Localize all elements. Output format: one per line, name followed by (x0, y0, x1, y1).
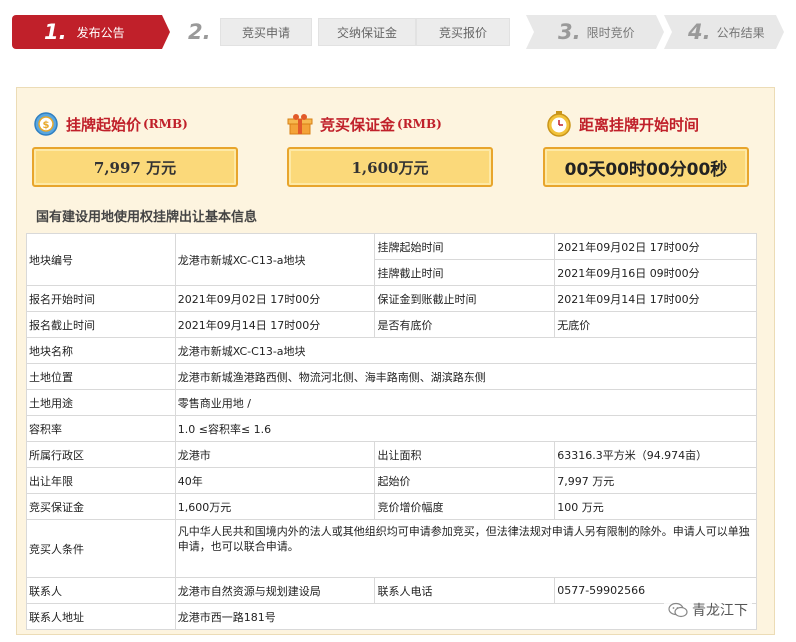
table-key: 起始价 (374, 467, 556, 494)
step-2-bid[interactable]: 竞买报价 (416, 18, 510, 46)
table-row: 出让年限 40年 起始价 7,997 万元 (26, 467, 757, 494)
table-value: 零售商业用地 / (174, 389, 758, 416)
gift-icon (286, 110, 314, 138)
step-label: 发布公告 (76, 25, 125, 40)
table-key: 挂牌起始时间 (374, 233, 556, 260)
table-value: 63316.3平方米（94.974亩） (554, 441, 757, 468)
table-row: 土地用途 零售商业用地 / (26, 389, 758, 416)
table-value: 龙港市新城XC-C13-a地块 (174, 337, 758, 364)
table-row: 联系人 龙港市自然资源与规划建设局 联系人电话 0577-59902566 (26, 577, 757, 604)
table-value: 龙港市新城XC-C13-a地块 (174, 233, 376, 286)
table-value: 龙港市自然资源与规划建设局 (174, 577, 376, 604)
table-value: 龙港市新城渔港路西侧、物流河北侧、海丰路南侧、湖滨路东侧 (174, 363, 758, 390)
table-key: 出让年限 (26, 467, 176, 494)
table-value: 2021年09月02日 17时00分 (554, 233, 757, 260)
step-label: 限时竞价 (586, 25, 635, 40)
step-2-deposit[interactable]: 交纳保证金 (318, 18, 416, 46)
step-number: 1. (44, 20, 67, 44)
table-row: 地块名称 龙港市新城XC-C13-a地块 (26, 337, 758, 364)
table-key: 容积率 (26, 415, 176, 442)
deposit-unit: (RMB) (397, 117, 442, 131)
countdown-heading: 距离挂牌开始时间 (545, 110, 700, 138)
watermark: 青龙江下 (664, 598, 752, 622)
table-key: 竞价增价幅度 (374, 493, 556, 520)
step-label: 公布结果 (716, 25, 765, 40)
table-key: 是否有底价 (374, 311, 556, 338)
step-number: 3. (558, 20, 581, 44)
table-row: 容积率 1.0 ≤容积率≤ 1.6 (26, 415, 758, 442)
start-price-heading: $ 挂牌起始价 (RMB) (32, 112, 188, 136)
table-value: 无底价 (554, 311, 757, 338)
table-key: 地块编号 (26, 233, 176, 286)
table-value: 2021年09月14日 17时00分 (174, 311, 376, 338)
table-row: 所属行政区 龙港市 出让面积 63316.3平方米（94.974亩） (26, 441, 757, 468)
deposit-heading: 竞买保证金 (RMB) (286, 112, 442, 136)
table-key: 土地位置 (26, 363, 176, 390)
step-1-publish[interactable]: 1. 发布公告 (12, 15, 170, 49)
start-price-box: 7,997 万元 (32, 147, 238, 187)
deposit-title: 竞买保证金 (320, 115, 396, 134)
table-key: 地块名称 (26, 337, 176, 364)
table-row: 地块编号 龙港市新城XC-C13-a地块 挂牌起始时间 2021年09月02日 … (26, 233, 757, 286)
table-key: 保证金到账截止时间 (374, 285, 556, 312)
table-key: 联系人地址 (26, 603, 176, 630)
table-key: 出让面积 (374, 441, 556, 468)
land-info-table: 地块编号 龙港市新城XC-C13-a地块 挂牌起始时间 2021年09月02日 … (26, 233, 758, 630)
table-row: 竞买人条件 凡中华人民共和国境内外的法人或其他组织均可申请参加竞买，但法律法规对… (26, 519, 758, 578)
progress-steps: 1. 发布公告 2. 竞买申请 交纳保证金 竞买报价 3. 限时竞价 4. 公布… (12, 15, 784, 49)
price-tag-icon: $ (32, 110, 60, 138)
step-4-results[interactable]: 4. 公布结果 (664, 15, 784, 49)
table-row: 土地位置 龙港市新城渔港路西侧、物流河北侧、海丰路南侧、湖滨路东侧 (26, 363, 758, 390)
table-value: 7,997 万元 (554, 467, 757, 494)
countdown-box: 00天00时00分00秒 (543, 147, 749, 187)
table-key: 报名开始时间 (26, 285, 176, 312)
table-key: 所属行政区 (26, 441, 176, 468)
deposit-box: 1,600万元 (287, 147, 493, 187)
table-key: 联系人电话 (374, 577, 556, 604)
table-value: 龙港市 (174, 441, 376, 468)
table-key: 联系人 (26, 577, 176, 604)
table-value: 1,600万元 (174, 493, 376, 520)
table-value: 2021年09月16日 09时00分 (554, 259, 757, 286)
table-key: 挂牌截止时间 (374, 259, 556, 286)
step-2-apply[interactable]: 竞买申请 (220, 18, 312, 46)
table-value: 1.0 ≤容积率≤ 1.6 (174, 415, 758, 442)
table-row: 报名开始时间 2021年09月02日 17时00分 保证金到账截止时间 2021… (26, 285, 757, 312)
start-price-unit: (RMB) (143, 117, 188, 131)
table-value: 100 万元 (554, 493, 757, 520)
table-key: 报名截止时间 (26, 311, 176, 338)
wechat-icon (668, 602, 688, 618)
table-key: 竞买人条件 (26, 519, 176, 578)
table-value: 2021年09月14日 17时00分 (554, 285, 757, 312)
watermark-text: 青龙江下 (692, 603, 748, 619)
table-row: 竞买保证金 1,600万元 竞价增价幅度 100 万元 (26, 493, 757, 520)
clock-icon (545, 110, 573, 138)
table-value: 凡中华人民共和国境内外的法人或其他组织均可申请参加竞买，但法律法规对申请人另有限… (174, 519, 758, 578)
table-key: 土地用途 (26, 389, 176, 416)
table-key: 竞买保证金 (26, 493, 176, 520)
start-price-title: 挂牌起始价 (66, 115, 142, 134)
countdown-title: 距离挂牌开始时间 (579, 115, 700, 134)
step-3-timed-bidding[interactable]: 3. 限时竞价 (526, 15, 664, 49)
table-value: 40年 (174, 467, 376, 494)
svg-text:$: $ (43, 120, 50, 131)
step-2-number: 2. (188, 20, 211, 44)
table-row: 报名截止时间 2021年09月14日 17时00分 是否有底价 无底价 (26, 311, 757, 338)
section-title: 国有建设用地使用权挂牌出让基本信息 (36, 210, 258, 225)
table-value: 2021年09月02日 17时00分 (174, 285, 376, 312)
step-number: 4. (688, 20, 711, 44)
table-row: 联系人地址 龙港市西一路181号 (26, 603, 758, 630)
